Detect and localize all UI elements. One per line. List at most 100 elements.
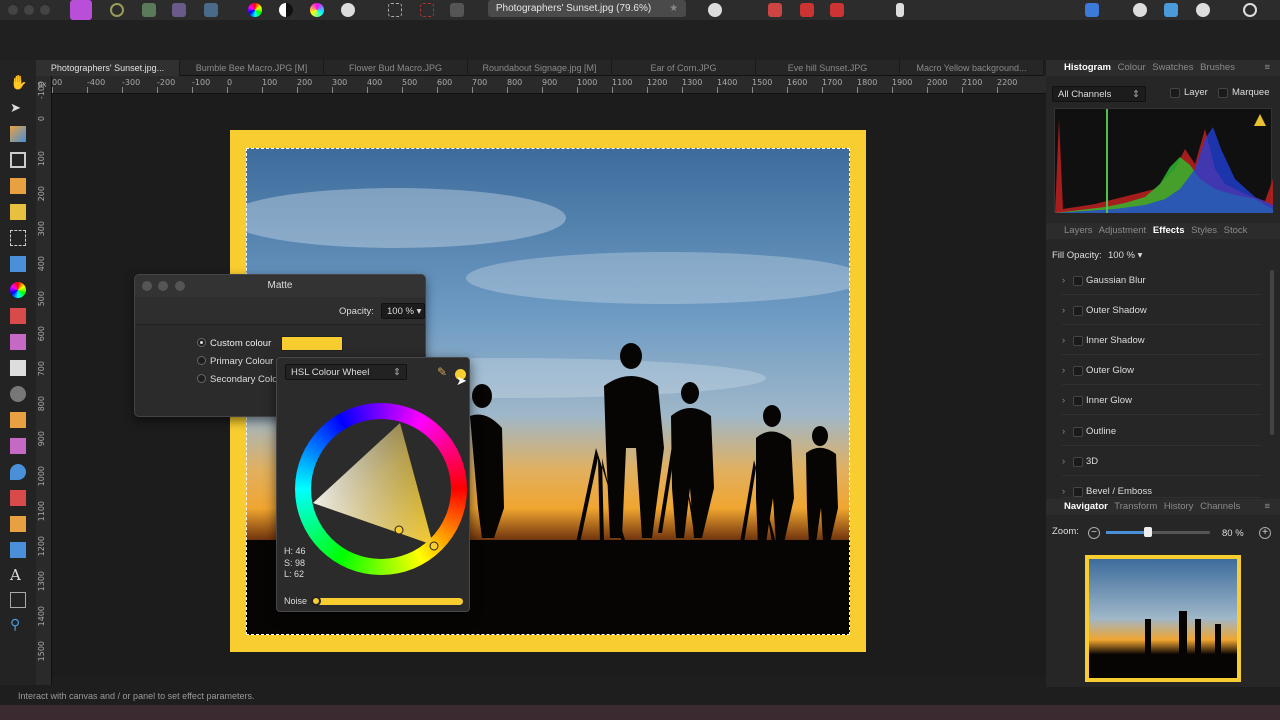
layer-checkbox[interactable] [1170,88,1180,98]
red-eye-tool-icon[interactable] [10,490,26,506]
secondary-colour-radio[interactable] [197,374,206,383]
mesh-warp-tool-icon[interactable] [10,592,26,608]
invert-selection-icon[interactable] [450,3,464,17]
tab-roundabout[interactable]: Roundabout Signage.jpg [M] [468,60,612,76]
tab-effects[interactable]: Effects [1153,225,1185,236]
dialog-minimize-icon[interactable] [158,281,168,291]
tab-colour[interactable]: Colour [1118,62,1146,73]
effect-gaussian-blur[interactable]: › Gaussian Blur [1062,267,1262,295]
liquify-persona-icon[interactable] [110,3,124,17]
tone-mapping-persona-icon[interactable] [172,3,186,17]
star-icon[interactable]: ★ [669,3,678,14]
tab-navigator[interactable]: Navigator [1064,501,1108,512]
crop-tool-icon[interactable] [10,152,26,168]
effect-outer-glow[interactable]: › Outer Glow [1062,357,1262,385]
user-icon[interactable] [1243,3,1257,17]
photo-persona-icon[interactable] [70,0,92,20]
align-icon[interactable] [1085,3,1099,17]
navigator-thumbnail[interactable] [1085,555,1241,682]
gaussian-blur-checkbox[interactable] [1073,276,1083,286]
fill-tool-icon[interactable] [10,256,26,272]
inner-shadow-checkbox[interactable] [1073,336,1083,346]
zoom-value[interactable]: 80 % [1222,528,1244,539]
tab-transform[interactable]: Transform [1114,501,1157,512]
triangle-handle[interactable] [394,525,404,535]
noise-slider-handle[interactable] [311,596,321,606]
paint-brush-icon[interactable] [10,308,26,324]
tab-flower-bud[interactable]: Flower Bud Macro.JPG [324,60,468,76]
outline-checkbox[interactable] [1073,427,1083,437]
hsl-icon[interactable] [310,3,324,17]
colour-triangle[interactable] [295,403,467,575]
develop-persona-icon[interactable] [142,3,156,17]
zoom-slider[interactable] [1106,527,1210,537]
dialog-close-icon[interactable] [142,281,152,291]
color-picker-tool-icon[interactable] [10,126,26,142]
effect-inner-glow[interactable]: › Inner Glow [1062,387,1262,415]
tab-adjustment[interactable]: Adjustment [1099,225,1147,236]
hand-tool-icon[interactable]: ✋ [10,74,27,90]
tab-channels[interactable]: Channels [1200,501,1240,512]
export-persona-icon[interactable] [204,3,218,17]
snapping-icon[interactable] [800,3,814,17]
opacity-field[interactable]: 100 % ▾ [381,303,425,319]
quick-mask-icon[interactable] [708,3,722,17]
custom-colour-radio[interactable] [197,338,206,347]
outer-shadow-checkbox[interactable] [1073,306,1083,316]
outer-glow-checkbox[interactable] [1073,366,1083,376]
assistant-icon[interactable] [830,3,844,17]
tab-layers[interactable]: Layers [1064,225,1093,236]
pixel-tool-icon[interactable] [10,334,26,350]
move-tool-icon[interactable]: ➤ [10,100,26,116]
view-mode-icon[interactable] [1196,3,1210,17]
primary-colour-radio[interactable] [197,356,206,365]
tab-histogram[interactable]: Histogram [1064,62,1111,73]
hsl-colour-wheel[interactable] [295,403,467,575]
grid-icon[interactable] [768,3,782,17]
tab-styles[interactable]: Styles [1191,225,1217,236]
tab-ear-of-corn[interactable]: Ear of Corn.JPG [612,60,756,76]
share-icon[interactable] [1164,3,1178,17]
effect-3d[interactable]: › 3D [1062,448,1262,476]
zoom-in-icon[interactable]: + [1259,527,1271,539]
clone-tool-icon[interactable] [10,412,26,428]
window-close-icon[interactable] [8,5,18,15]
gradient-tool-icon[interactable] [10,282,26,298]
marquee-mode-icon[interactable] [388,3,402,17]
document-title[interactable]: Photographers' Sunset.jpg (79.6%) ★ [488,0,686,17]
selection-brush-icon[interactable] [10,178,26,194]
tab-brushes[interactable]: Brushes [1200,62,1235,73]
channels-select[interactable]: All Channels ⇕ [1052,86,1146,102]
bevel-emboss-checkbox[interactable] [1073,487,1083,497]
eyedropper-icon[interactable]: ✎ [437,365,447,379]
tab-swatches[interactable]: Swatches [1152,62,1193,73]
marquee-tool-icon[interactable] [10,230,26,246]
effect-bevel-emboss[interactable]: › Bevel / Emboss [1062,478,1262,498]
navigator-menu-icon[interactable]: ≡ [1264,499,1270,515]
window-minimize-icon[interactable] [24,5,34,15]
white-balance-icon[interactable] [341,3,355,17]
text-tool-icon[interactable]: A [10,566,26,584]
hue-handle[interactable] [429,541,439,551]
healing-tool-icon[interactable] [10,438,26,454]
tab-history[interactable]: History [1164,501,1194,512]
tab-macro-yellow[interactable]: Macro Yellow background... [900,60,1044,76]
studio-link-icon[interactable] [1133,3,1147,17]
blur-tool-icon[interactable] [10,464,26,480]
marquee-checkbox[interactable] [1218,88,1228,98]
effect-inner-shadow[interactable]: › Inner Shadow [1062,327,1262,355]
noise-slider[interactable] [311,596,463,606]
window-zoom-icon[interactable] [40,5,50,15]
color-wheel-icon[interactable] [248,3,262,17]
zoom-slider-handle[interactable] [1144,527,1152,537]
effect-outline[interactable]: › Outline [1062,418,1262,446]
flood-select-icon[interactable] [10,204,26,220]
levels-icon[interactable] [279,3,293,17]
colour-mode-select[interactable]: HSL Colour Wheel ⇕ [285,364,407,380]
tab-eve-hill[interactable]: Eve hill Sunset.JPG [756,60,900,76]
dodge-tool-icon[interactable] [10,386,26,402]
custom-colour-swatch[interactable] [281,336,343,351]
panel-menu-icon[interactable]: ≡ [1264,60,1270,76]
tab-stock[interactable]: Stock [1224,225,1248,236]
brush-lock-icon[interactable] [896,3,904,17]
